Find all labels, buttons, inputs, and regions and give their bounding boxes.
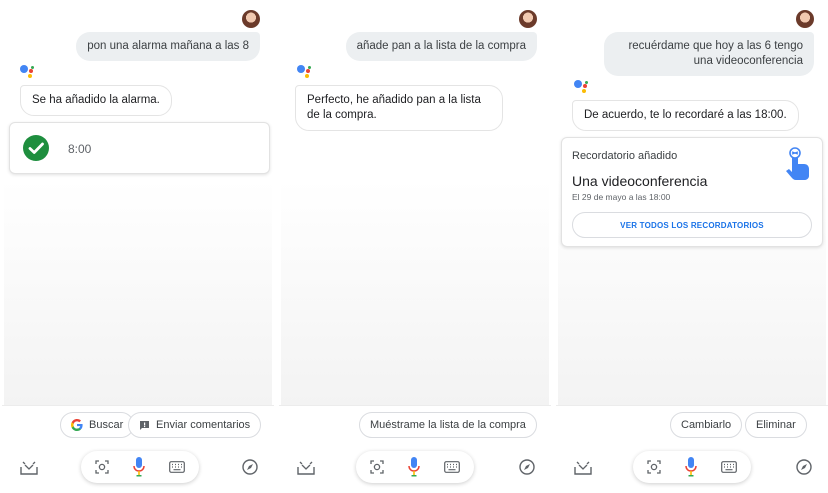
input-bar (356, 451, 474, 483)
view-all-reminders-label: VER TODOS LOS RECORDATORIOS (620, 220, 764, 230)
updates-tray-icon[interactable] (297, 461, 315, 475)
assistant-message-bubble: De acuerdo, te lo recordaré a las 18:00. (572, 100, 799, 131)
user-avatar (242, 10, 260, 28)
assistant-logo-icon (20, 65, 36, 81)
change-chip[interactable]: Cambiarlo (670, 412, 743, 438)
explore-compass-icon[interactable] (796, 459, 812, 475)
microphone-icon[interactable] (407, 456, 421, 478)
lens-icon[interactable] (370, 460, 384, 474)
delete-chip[interactable]: Eliminar (745, 412, 807, 438)
bottom-bar: Muéstrame la lista de la compra (279, 405, 551, 493)
search-chip[interactable]: Buscar (60, 412, 135, 438)
user-message-bubble: pon una alarma mañana a las 8 (76, 32, 260, 61)
assistant-logo-icon (297, 65, 313, 81)
user-avatar (796, 10, 814, 28)
chip-label: Buscar (89, 419, 124, 431)
assistant-logo-icon (574, 80, 590, 96)
lens-icon[interactable] (95, 460, 109, 474)
check-circle-icon (23, 135, 49, 161)
microphone-icon[interactable] (684, 456, 698, 478)
chip-label: Enviar comentarios (156, 419, 251, 431)
reminder-card[interactable]: Recordatorio añadido Una videoconferenci… (561, 137, 823, 247)
explore-compass-icon[interactable] (519, 459, 535, 475)
keyboard-icon[interactable] (169, 461, 185, 473)
keyboard-icon[interactable] (721, 461, 737, 473)
lens-icon[interactable] (647, 460, 661, 474)
feedback-icon (139, 420, 150, 431)
assistant-message-bubble: Perfecto, he añadido pan a la lista de l… (295, 85, 503, 131)
google-g-icon (71, 419, 83, 431)
chip-label: Eliminar (756, 419, 796, 431)
view-all-reminders-button[interactable]: VER TODOS LOS RECORDATORIOS (572, 212, 812, 238)
show-shopping-list-chip[interactable]: Muéstrame la lista de la compra (359, 412, 537, 438)
reminder-finger-icon (786, 147, 809, 180)
alarm-card[interactable]: 8:00 (9, 122, 270, 174)
chip-label: Cambiarlo (681, 419, 732, 431)
reminder-date: El 29 de mayo a las 18:00 (572, 192, 671, 202)
panel-shopping-list: añade pan a la lista de la compra Perfec… (279, 0, 551, 493)
user-avatar (519, 10, 537, 28)
updates-tray-icon[interactable] (574, 461, 592, 475)
alarm-time: 8:00 (68, 142, 92, 156)
keyboard-icon[interactable] (444, 461, 460, 473)
updates-tray-icon[interactable] (20, 461, 38, 475)
panel-reminder: recuérdame que hoy a las 6 tengo una vid… (556, 0, 828, 493)
bottom-bar: Cambiarlo Eliminar (556, 405, 828, 493)
background (4, 180, 272, 405)
input-bar (81, 451, 199, 483)
panel-alarm: pon una alarma mañana a las 8 Se ha añad… (2, 0, 274, 493)
reminder-title: Una videoconferencia (572, 173, 708, 189)
microphone-icon[interactable] (132, 456, 146, 478)
feedback-chip[interactable]: Enviar comentarios (128, 412, 262, 438)
reminder-card-header: Recordatorio añadido (572, 150, 678, 162)
input-bar (633, 451, 751, 483)
chip-label: Muéstrame la lista de la compra (370, 419, 526, 431)
user-message-bubble: recuérdame que hoy a las 6 tengo una vid… (604, 32, 814, 76)
user-message-bubble: añade pan a la lista de la compra (345, 32, 537, 61)
assistant-message-bubble: Se ha añadido la alarma. (20, 85, 172, 116)
background (281, 180, 549, 405)
explore-compass-icon[interactable] (242, 459, 258, 475)
bottom-bar: Buscar Enviar comentarios (2, 405, 274, 493)
